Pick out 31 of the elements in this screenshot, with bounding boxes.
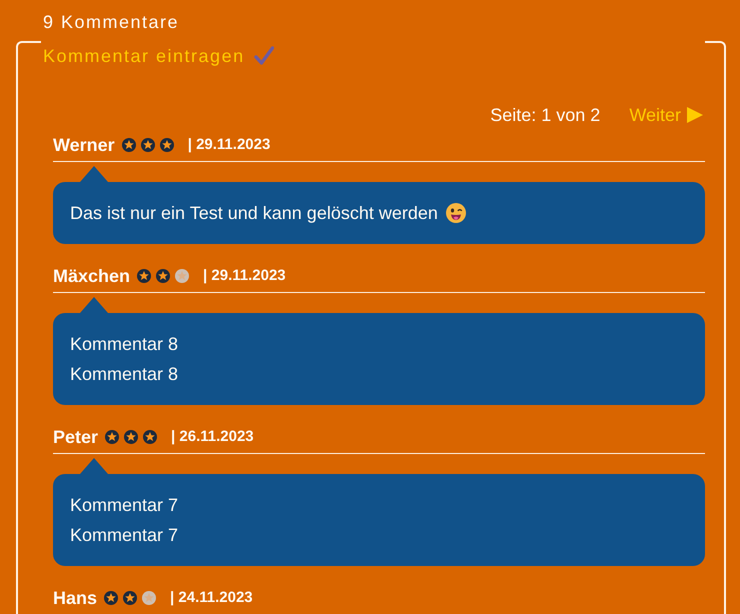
comment-text: Kommentar 7: [70, 494, 178, 517]
comment-author: Hans: [53, 587, 98, 610]
page-indicator: Seite: 1 von 2: [490, 104, 600, 127]
comment-date: | 29.11.2023: [188, 135, 270, 155]
comment-author: Mäxchen: [53, 265, 130, 288]
next-page-link[interactable]: Weiter: [629, 103, 703, 127]
star-icon: [123, 591, 138, 605]
comment-text: Kommentar 8: [70, 333, 178, 356]
comment-text: Kommentar 8: [70, 363, 178, 386]
star-icon: [104, 591, 118, 605]
comment-date: | 26.11.2023: [171, 427, 254, 447]
empty-star-icon: [142, 591, 156, 605]
comment-author: Peter: [53, 426, 98, 449]
comment-date: | 29.11.2023: [203, 266, 286, 286]
star-icon: [124, 430, 138, 444]
comment-author: Werner: [53, 134, 115, 157]
comment-text: Das ist nur ein Test und kann gelöscht werden: [70, 202, 438, 225]
star-icon: [122, 138, 136, 152]
write-comment-link[interactable]: Kommentar eintragen: [43, 44, 274, 68]
checkmark-icon: [254, 46, 274, 66]
star-icon: [160, 138, 174, 152]
star-icon: [156, 269, 170, 283]
comment-date: | 24.11.2023: [170, 588, 253, 608]
comment-text: Kommentar 7: [70, 524, 178, 547]
star-icon: [137, 269, 152, 283]
star-icon: [140, 138, 155, 152]
empty-star-icon: [175, 269, 190, 283]
star-icon: [143, 430, 158, 444]
comments-count-title: 9 Kommentare: [43, 12, 180, 32]
star-icon: [105, 430, 120, 444]
triangle-right-icon: [687, 107, 703, 123]
